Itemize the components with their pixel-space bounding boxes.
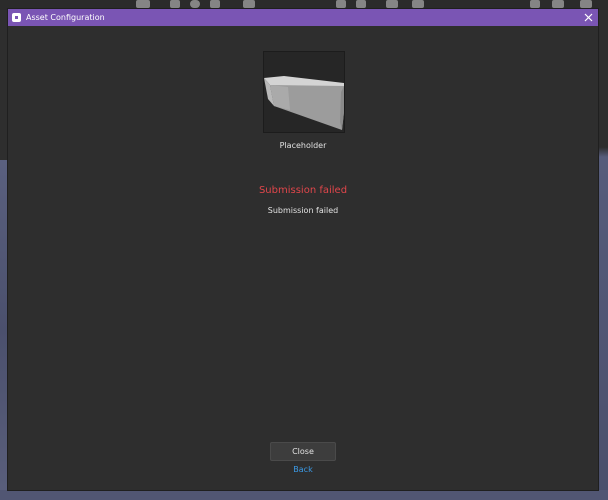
toolbar-icon	[210, 0, 220, 8]
toolbar-icon	[530, 0, 540, 8]
status-message: Submission failed	[267, 206, 339, 215]
toolbar-icon	[243, 0, 255, 8]
toolbar-icon	[170, 0, 180, 8]
studio-app-icon	[12, 13, 21, 22]
toolbar-icon	[552, 0, 564, 8]
toolbar-icon	[580, 0, 592, 8]
studio-left-panel	[0, 10, 8, 160]
dialog-title: Asset Configuration	[26, 13, 105, 22]
toolbar-icon	[336, 0, 346, 8]
toolbar-icon	[412, 0, 424, 8]
studio-viewport-left	[0, 160, 8, 500]
asset-configuration-dialog: Asset Configuration Placeholder Submissi…	[8, 9, 598, 490]
close-icon[interactable]	[582, 11, 594, 24]
asset-name: Placeholder	[279, 141, 327, 150]
studio-viewport-right	[598, 10, 608, 500]
wedge-part-icon	[264, 76, 344, 130]
back-link[interactable]: Back	[8, 465, 598, 474]
toolbar-icon	[190, 0, 200, 8]
dialog-titlebar[interactable]: Asset Configuration	[8, 9, 598, 26]
toolbar-icon	[136, 0, 150, 8]
status-title: Submission failed	[258, 185, 348, 196]
toolbar-icon	[356, 0, 366, 8]
asset-thumbnail	[263, 51, 345, 133]
studio-viewport-bottom	[0, 490, 608, 500]
toolbar-icon	[386, 0, 398, 8]
close-button[interactable]: Close	[270, 442, 336, 461]
